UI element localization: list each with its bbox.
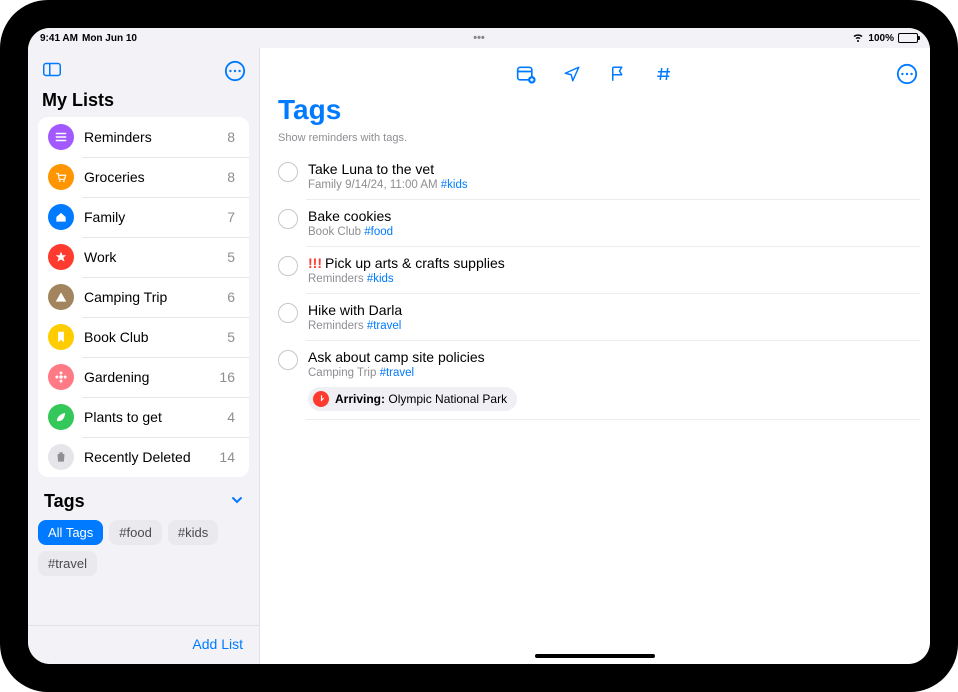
reminder-title: Bake cookies: [308, 208, 391, 224]
battery-percent: 100%: [868, 33, 894, 44]
reminder-item[interactable]: !!! Pick up arts & crafts supplies Remind…: [270, 246, 920, 293]
calendar-badge-icon[interactable]: [515, 63, 537, 85]
list-count: 6: [227, 289, 239, 305]
list-name: Reminders: [84, 129, 217, 145]
list-name: Plants to get: [84, 409, 217, 425]
sidebar-list-item[interactable]: Recently Deleted 14: [38, 437, 249, 477]
home-indicator[interactable]: [535, 654, 655, 658]
reminder-item[interactable]: Take Luna to the vet Family 9/14/24, 11:0…: [270, 152, 920, 199]
list-icon: [48, 444, 74, 470]
sidebar: My Lists Reminders 8 Groceries 8 Family 7 Work…: [28, 48, 260, 664]
reminder-title: Hike with Darla: [308, 302, 402, 318]
list-count: 8: [227, 169, 239, 185]
sidebar-list-item[interactable]: Reminders 8: [38, 117, 249, 157]
sidebar-list-item[interactable]: Groceries 8: [38, 157, 249, 197]
reminder-item[interactable]: Hike with Darla Reminders #travel: [270, 293, 920, 340]
tag-chip[interactable]: #travel: [38, 551, 97, 576]
reminder-tag: #travel: [380, 367, 415, 379]
list-name: Camping Trip: [84, 289, 217, 305]
sidebar-list-item[interactable]: Family 7: [38, 197, 249, 237]
wifi-icon: [852, 31, 864, 46]
status-bar: 9:41 AM Mon Jun 10 100%: [28, 28, 930, 48]
sidebar-list-item[interactable]: Work 5: [38, 237, 249, 277]
list-icon: [48, 204, 74, 230]
reminder-list-name: Family: [308, 179, 342, 191]
tags-heading: Tags: [44, 491, 85, 512]
list-name: Family: [84, 209, 217, 225]
more-options-icon[interactable]: [223, 59, 247, 83]
reminder-title: Take Luna to the vet: [308, 161, 434, 177]
sidebar-list-item[interactable]: Book Club 5: [38, 317, 249, 357]
my-lists-heading: My Lists: [28, 90, 259, 117]
list-icon: [48, 324, 74, 350]
list-count: 16: [219, 369, 239, 385]
list-icon: [48, 284, 74, 310]
chevron-down-icon[interactable]: [231, 494, 243, 509]
complete-checkbox[interactable]: [278, 256, 298, 276]
list-count: 14: [219, 449, 239, 465]
list-icon: [48, 404, 74, 430]
location-arrow-icon[interactable]: [561, 63, 583, 85]
list-name: Groceries: [84, 169, 217, 185]
reminder-tag: #kids: [441, 179, 468, 191]
page-title: Tags: [260, 90, 930, 126]
reminder-list-name: Reminders: [308, 320, 364, 332]
tag-chip[interactable]: All Tags: [38, 520, 103, 545]
reminder-list-name: Camping Trip: [308, 367, 376, 379]
list-count: 5: [227, 329, 239, 345]
flag-icon[interactable]: [607, 63, 629, 85]
sidebar-toggle-icon[interactable]: [40, 59, 64, 83]
status-date: Mon Jun 10: [82, 33, 137, 44]
priority-indicator: !!!: [308, 255, 322, 271]
list-icon: [48, 124, 74, 150]
sidebar-list-item[interactable]: Gardening 16: [38, 357, 249, 397]
list-icon: [48, 244, 74, 270]
list-count: 7: [227, 209, 239, 225]
list-name: Gardening: [84, 369, 209, 385]
location-dot-icon: [313, 391, 329, 407]
main-panel: Tags Show reminders with tags. Take Luna…: [260, 48, 930, 664]
reminder-item[interactable]: Ask about camp site policies Camping Trip…: [270, 340, 920, 419]
add-list-button[interactable]: Add List: [192, 636, 243, 652]
tag-chips: All Tags#food#kids #travel: [28, 518, 259, 586]
reminders-list: Take Luna to the vet Family 9/14/24, 11:0…: [260, 152, 930, 420]
screen: 9:41 AM Mon Jun 10 100%: [28, 28, 930, 664]
complete-checkbox[interactable]: [278, 162, 298, 182]
reminder-tag: #food: [364, 226, 393, 238]
list-count: 5: [227, 249, 239, 265]
complete-checkbox[interactable]: [278, 303, 298, 323]
complete-checkbox[interactable]: [278, 350, 298, 370]
my-lists-card: Reminders 8 Groceries 8 Family 7 Work 5 Camping …: [38, 117, 249, 477]
reminder-datetime: 9/14/24, 11:00 AM: [345, 179, 438, 191]
complete-checkbox[interactable]: [278, 209, 298, 229]
reminder-tag: #travel: [367, 320, 402, 332]
multitasking-dots-icon[interactable]: [473, 32, 485, 44]
list-name: Recently Deleted: [84, 449, 209, 465]
reminder-title: Pick up arts & crafts supplies: [325, 255, 505, 271]
device-frame: 9:41 AM Mon Jun 10 100%: [0, 0, 958, 692]
reminder-list-name: Reminders: [308, 273, 364, 285]
sidebar-list-item[interactable]: Plants to get 4: [38, 397, 249, 437]
more-options-icon[interactable]: [896, 63, 918, 85]
list-name: Work: [84, 249, 217, 265]
sidebar-list-item[interactable]: Camping Trip 6: [38, 277, 249, 317]
list-icon: [48, 164, 74, 190]
location-label: Arriving:: [335, 392, 385, 406]
list-count: 4: [227, 409, 239, 425]
hashtag-icon[interactable]: [653, 63, 675, 85]
status-time: 9:41 AM: [40, 33, 78, 44]
list-icon: [48, 364, 74, 390]
list-count: 8: [227, 129, 239, 145]
tag-chip[interactable]: #kids: [168, 520, 218, 545]
location-pill: Arriving: Olympic National Park: [308, 387, 517, 411]
page-subtitle: Show reminders with tags.: [260, 126, 930, 152]
reminder-list-name: Book Club: [308, 226, 361, 238]
reminder-title: Ask about camp site policies: [308, 349, 485, 365]
reminder-item[interactable]: Bake cookies Book Club #food: [270, 199, 920, 246]
battery-icon: [898, 33, 918, 43]
tag-chip[interactable]: #food: [109, 520, 162, 545]
location-value: Olympic National Park: [388, 392, 507, 406]
reminder-tag: #kids: [367, 273, 394, 285]
list-name: Book Club: [84, 329, 217, 345]
